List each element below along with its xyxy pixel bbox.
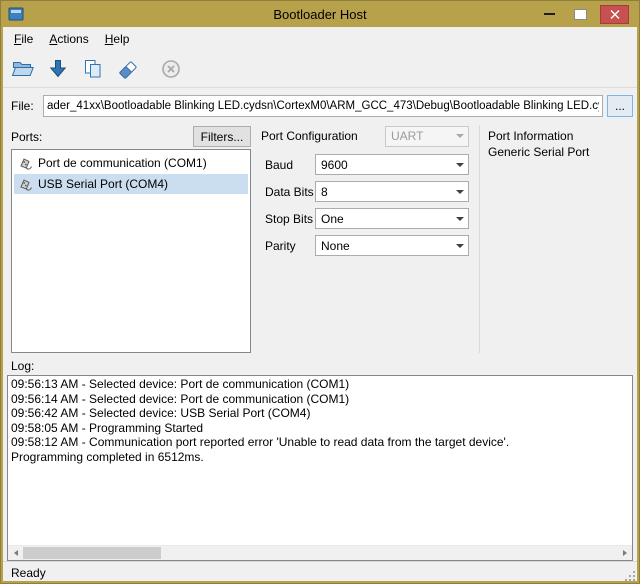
chevron-down-icon <box>452 244 468 248</box>
chevron-down-icon <box>452 163 468 167</box>
scroll-left-arrow[interactable] <box>8 546 23 560</box>
list-item-port-com1[interactable]: Port de communication (COM1) <box>14 153 248 173</box>
abort-button[interactable] <box>156 54 186 84</box>
data-bits-row: Data Bits 8 <box>261 181 469 202</box>
toolbar <box>3 50 637 88</box>
chevron-down-icon <box>452 217 468 221</box>
main-area: Ports: Filters... Port de <box>11 125 633 353</box>
parity-label: Parity <box>261 239 315 253</box>
scrollbar-thumb[interactable] <box>23 547 161 559</box>
baud-row: Baud 9600 <box>261 154 469 175</box>
ports-label: Ports: <box>11 130 42 147</box>
caption-buttons <box>538 5 637 24</box>
baud-value: 9600 <box>321 158 452 172</box>
baud-label: Baud <box>261 158 315 172</box>
log-output[interactable]: 09:56:13 AM - Selected device: Port de c… <box>8 376 632 545</box>
folder-open-icon <box>11 57 35 81</box>
status-text: Ready <box>11 566 46 580</box>
data-bits-value: 8 <box>321 185 452 199</box>
stop-bits-value: One <box>321 212 452 226</box>
log-line: Programming completed in 6512ms. <box>11 450 629 465</box>
parity-row: Parity None <box>261 235 469 256</box>
protocol-select[interactable]: UART <box>385 126 469 147</box>
close-icon <box>610 10 620 19</box>
minimize-button[interactable] <box>538 5 560 23</box>
log-line: 09:56:42 AM - Selected device: USB Seria… <box>11 406 629 421</box>
statusbar: Ready <box>3 561 637 583</box>
parity-select[interactable]: None <box>315 235 469 256</box>
menu-actions[interactable]: Actions <box>41 29 96 49</box>
titlebar: Bootloader Host <box>3 1 637 27</box>
open-file-button[interactable] <box>8 54 38 84</box>
resize-grip[interactable] <box>623 569 636 582</box>
stop-bits-row: Stop Bits One <box>261 208 469 229</box>
erase-button[interactable] <box>113 54 143 84</box>
menu-file[interactable]: File <box>6 29 41 49</box>
port-information-label: Port Information <box>488 129 633 143</box>
filters-button[interactable]: Filters... <box>193 126 251 147</box>
port-item-label: USB Serial Port (COM4) <box>38 177 168 191</box>
protocol-value: UART <box>391 129 452 143</box>
baud-select[interactable]: 9600 <box>315 154 469 175</box>
log-line: 09:56:13 AM - Selected device: Port de c… <box>11 377 629 392</box>
menu-help[interactable]: Help <box>97 29 138 49</box>
program-button[interactable] <box>43 54 73 84</box>
bootloader-host-window: Bootloader Host File Actions Help <box>0 0 640 584</box>
log-line: 09:58:05 AM - Programming Started <box>11 421 629 436</box>
abort-icon <box>159 57 183 81</box>
verify-copy-icon <box>81 57 105 81</box>
serial-port-icon <box>17 155 33 171</box>
port-information-section: Port Information Generic Serial Port <box>479 125 633 353</box>
file-path-input[interactable] <box>43 95 603 117</box>
chevron-down-icon <box>452 134 468 138</box>
log-panel: 09:56:13 AM - Selected device: Port de c… <box>7 375 633 561</box>
data-bits-label: Data Bits <box>261 185 315 199</box>
port-configuration-section: Port Configuration UART Baud 9600 Data B… <box>261 125 469 353</box>
ports-listbox[interactable]: Port de communication (COM1) USB Serial … <box>11 149 251 353</box>
file-label: File: <box>11 99 43 113</box>
serial-port-icon <box>17 176 33 192</box>
port-configuration-header: Port Configuration UART <box>261 125 469 147</box>
window-content: File Actions Help <box>3 27 637 581</box>
port-item-label: Port de communication (COM1) <box>38 156 207 170</box>
port-configuration-label: Port Configuration <box>261 129 358 143</box>
data-bits-select[interactable]: 8 <box>315 181 469 202</box>
port-information-value: Generic Serial Port <box>488 145 633 159</box>
close-button[interactable] <box>600 5 629 24</box>
log-line: 09:56:14 AM - Selected device: Port de c… <box>11 392 629 407</box>
log-line: 09:58:12 AM - Communication port reporte… <box>11 435 629 450</box>
maximize-icon <box>574 9 587 20</box>
list-item-port-com4[interactable]: USB Serial Port (COM4) <box>14 174 248 194</box>
program-arrow-icon <box>46 57 70 81</box>
verify-button[interactable] <box>78 54 108 84</box>
parity-value: None <box>321 239 452 253</box>
menubar: File Actions Help <box>3 27 637 50</box>
chevron-down-icon <box>452 190 468 194</box>
browse-button[interactable]: ... <box>607 95 633 117</box>
ports-section: Ports: Filters... Port de <box>11 125 251 353</box>
scroll-right-arrow[interactable] <box>617 546 632 560</box>
stop-bits-label: Stop Bits <box>261 212 315 226</box>
log-horizontal-scrollbar[interactable] <box>8 545 632 560</box>
ports-header: Ports: Filters... <box>11 125 251 147</box>
eraser-icon <box>116 57 140 81</box>
file-row: File: ... <box>11 95 633 117</box>
maximize-button[interactable] <box>569 5 591 23</box>
log-label: Log: <box>11 359 637 373</box>
stop-bits-select[interactable]: One <box>315 208 469 229</box>
minimize-icon <box>544 13 555 15</box>
